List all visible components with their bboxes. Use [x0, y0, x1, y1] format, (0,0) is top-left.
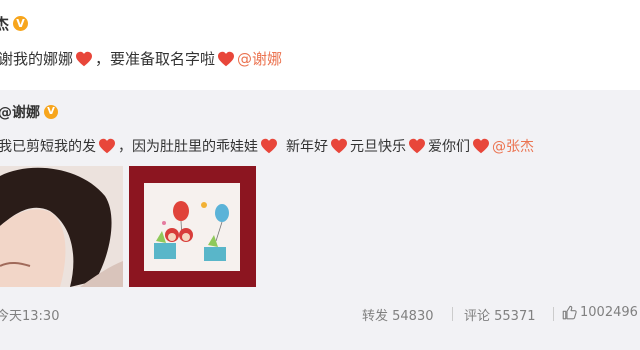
divider: [452, 307, 453, 321]
post-timestamp[interactable]: 今天13:30: [0, 305, 59, 324]
post-author[interactable]: 杰 V: [0, 13, 29, 34]
heart-icon: [472, 138, 490, 154]
like-button[interactable]: 1002496: [562, 305, 638, 320]
repost-author-name[interactable]: @谢娜: [0, 102, 40, 122]
heart-icon: [217, 51, 235, 67]
post-footer: 今天13:30 转发 54830 评论 55371 1002496: [0, 305, 640, 330]
post-text: 谢我的娜娜 ，要准备取名字啦 @谢娜: [0, 48, 282, 69]
heart-icon: [260, 138, 278, 154]
greeting-card-image: [144, 183, 240, 271]
portrait-image: [0, 166, 123, 287]
verified-icon: V: [44, 105, 58, 119]
repost-text-part4: 元旦快乐: [350, 139, 406, 155]
repost-text-part5: 爱你们: [428, 139, 470, 155]
repost-text-part2: ，因为肚肚里的乖娃娃: [118, 139, 258, 155]
comment-button[interactable]: 评论 55371: [464, 305, 536, 324]
divider: [553, 307, 554, 321]
repost-text: 我已剪短我的发 ，因为肚肚里的乖娃娃 新年好 元旦快乐 爱你们 @张杰: [0, 136, 534, 156]
thumbs-up-icon: [562, 305, 577, 320]
repost-mention-link[interactable]: @张杰: [492, 136, 534, 156]
heart-icon: [330, 138, 348, 154]
heart-icon: [98, 138, 116, 154]
heart-icon: [408, 138, 426, 154]
verified-icon: V: [13, 16, 29, 31]
photo-thumbnail-card[interactable]: [129, 166, 256, 287]
post-mention-link[interactable]: @谢娜: [237, 48, 282, 69]
repost-author[interactable]: @谢娜 V: [0, 102, 58, 122]
repost-button[interactable]: 转发 54830: [362, 305, 434, 324]
repost-text-part1: 我已剪短我的发: [0, 139, 96, 155]
post-text-part1: 谢我的娜娜: [0, 50, 74, 68]
heart-icon: [75, 51, 93, 67]
post-text-part2: ，要准备取名字啦: [95, 50, 216, 68]
author-name[interactable]: 杰: [0, 13, 9, 34]
like-count: 1002496: [580, 305, 638, 320]
original-post: 杰 V 谢我的娜娜 ，要准备取名字啦 @谢娜: [0, 0, 640, 88]
photo-thumbnail-portrait[interactable]: [0, 166, 123, 287]
repost-text-part3: 新年好: [286, 139, 328, 155]
